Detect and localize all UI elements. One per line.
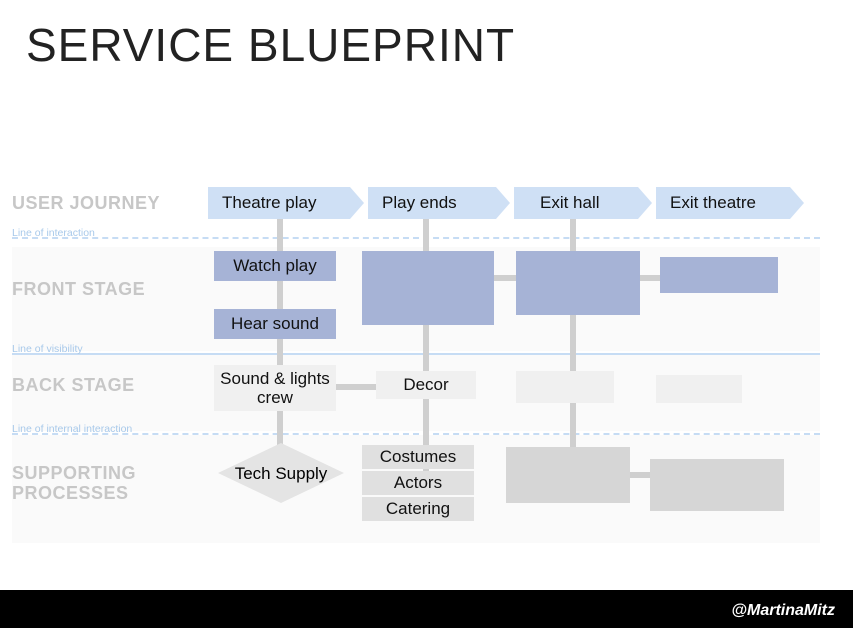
page-title: SERVICE BLUEPRINT [26, 18, 515, 72]
front-col2-blank [362, 251, 494, 325]
lane-label-support-2: PROCESSES [12, 483, 129, 503]
journey-step-2-label: Play ends [368, 187, 457, 219]
back-decor: Decor [376, 371, 476, 399]
divider-visibility [12, 353, 820, 355]
lane-label-support-1: SUPPORTING [12, 463, 136, 483]
support-costumes: Costumes [362, 445, 474, 469]
divider-internal-label: Line of internal interaction [12, 423, 132, 435]
journey-step-2: Play ends [368, 187, 510, 219]
divider-internal [12, 433, 820, 435]
lane-label-journey: USER JOURNEY [12, 193, 160, 214]
journey-step-1-label: Theatre play [208, 187, 317, 219]
front-watch: Watch play [214, 251, 336, 281]
front-col4-blank [660, 257, 778, 293]
support-tech-label: Tech Supply [218, 443, 344, 503]
support-catering: Catering [362, 497, 474, 521]
divider-interaction-label: Line of interaction [12, 227, 95, 239]
back-col4-blank [656, 375, 742, 403]
lane-label-front: FRONT STAGE [12, 279, 145, 300]
journey-step-1: Theatre play [208, 187, 364, 219]
support-actors: Actors [362, 471, 474, 495]
lane-label-back: BACK STAGE [12, 375, 135, 396]
journey-step-3-label: Exit hall [514, 187, 600, 219]
front-hear: Hear sound [214, 309, 336, 339]
support-col3-blank [506, 447, 630, 503]
journey-step-3: Exit hall [514, 187, 652, 219]
journey-step-4-label: Exit theatre [656, 187, 756, 219]
front-col3-blank [516, 251, 640, 315]
journey-step-4: Exit theatre [656, 187, 804, 219]
back-col3-blank [516, 371, 614, 403]
lane-label-support: SUPPORTING PROCESSES [12, 463, 136, 503]
support-tech-diamond: Tech Supply [218, 443, 344, 503]
footer-bar [0, 590, 853, 628]
divider-visibility-label: Line of visibility [12, 343, 83, 355]
author-handle: @MartinaMitz [731, 602, 835, 620]
back-crew: Sound & lights crew [214, 365, 336, 411]
divider-interaction [12, 237, 820, 239]
support-col4-blank [650, 459, 784, 511]
